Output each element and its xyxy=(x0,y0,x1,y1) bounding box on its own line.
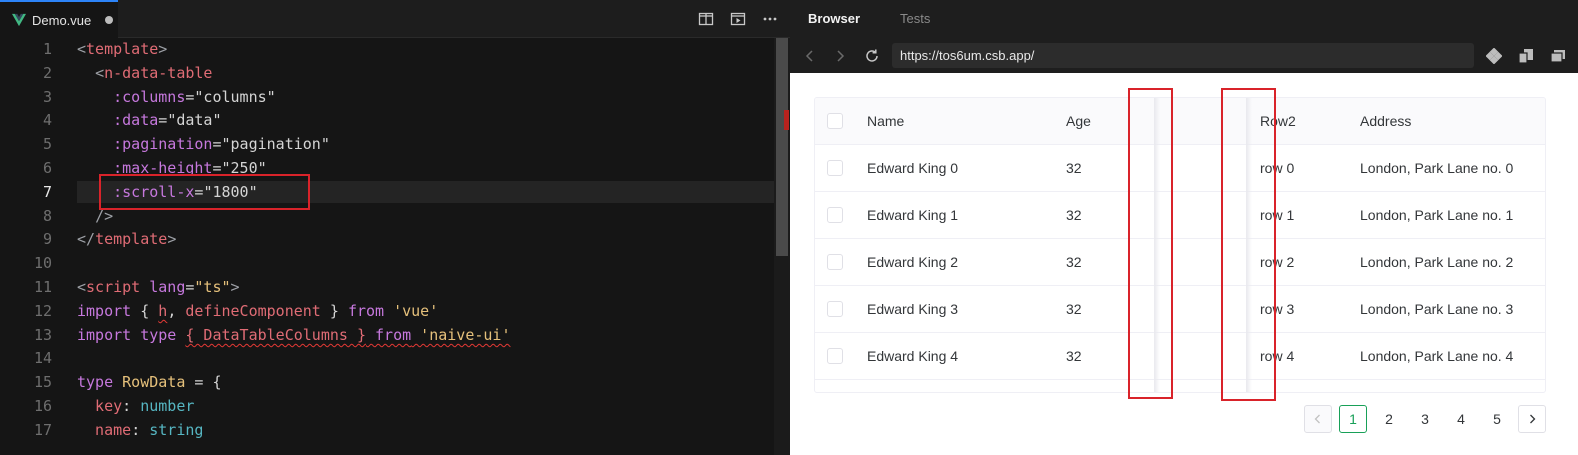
row-checkbox[interactable] xyxy=(827,160,843,176)
table-header-row: Name Age Row2 Address xyxy=(815,98,1545,145)
cell-age: 32 xyxy=(1066,348,1082,364)
more-actions-icon[interactable] xyxy=(762,11,778,27)
table-row[interactable]: Edward King 3 32 row 3 London, Park Lane… xyxy=(815,286,1545,333)
column-header-address[interactable]: Address xyxy=(1360,113,1411,129)
cell-age: 32 xyxy=(1066,254,1082,270)
code-line-9: </template> xyxy=(77,230,177,248)
cell-address: London, Park Lane no. 4 xyxy=(1360,348,1514,364)
copy-url-icon[interactable] xyxy=(1518,48,1534,64)
split-editor-icon[interactable] xyxy=(698,11,714,27)
cell-age: 32 xyxy=(1066,207,1082,223)
cell-age: 32 xyxy=(1066,301,1082,317)
code-line-17: name: string xyxy=(77,421,204,439)
cell-address: London, Park Lane no. 0 xyxy=(1360,160,1514,176)
cell-name: Edward King 0 xyxy=(867,160,959,176)
cell-name: Edward King 1 xyxy=(867,207,959,223)
line-number-gutter: 1 2 3 4 5 6 7 8 9 10 11 12 13 14 15 16 1… xyxy=(0,38,62,455)
open-preview-icon[interactable] xyxy=(730,11,746,27)
row-checkbox[interactable] xyxy=(827,207,843,223)
code-line-3: :columns="columns" xyxy=(113,88,276,106)
data-table: Name Age Row2 Address Edward King 0 32 r… xyxy=(814,97,1546,393)
tab-tests[interactable]: Tests xyxy=(900,11,930,26)
line-number: 5 xyxy=(42,135,52,153)
refresh-icon[interactable] xyxy=(864,48,880,64)
line-number: 1 xyxy=(42,40,52,58)
line-number: 10 xyxy=(33,254,52,272)
column-header-name[interactable]: Name xyxy=(867,113,904,129)
line-number: 13 xyxy=(33,326,52,344)
line-number: 2 xyxy=(42,64,52,82)
cell-address: London, Park Lane no. 2 xyxy=(1360,254,1514,270)
error-marker xyxy=(784,110,789,130)
cell-age: 32 xyxy=(1066,160,1082,176)
code-line-5: :pagination="pagination" xyxy=(113,135,330,153)
cell-name: Edward King 2 xyxy=(867,254,959,270)
pagination-page-3[interactable]: 3 xyxy=(1411,405,1439,433)
pagination-page-4[interactable]: 4 xyxy=(1447,405,1475,433)
row-checkbox[interactable] xyxy=(827,301,843,317)
editor-tab-demo-vue[interactable]: Demo.vue xyxy=(0,0,118,38)
code-editor: Demo.vue 1 2 3 4 5 6 7 8 9 10 11 12 13 1… xyxy=(0,0,790,455)
shadow-annotation-box xyxy=(1221,88,1276,401)
devtools-icon[interactable] xyxy=(1486,48,1502,64)
url-input[interactable] xyxy=(892,43,1474,68)
line-number: 8 xyxy=(42,207,52,225)
pagination-page-1[interactable]: 1 xyxy=(1339,405,1367,433)
back-icon[interactable] xyxy=(802,48,818,64)
line-number-current: 7 xyxy=(42,183,52,201)
code-line-13: import type { DataTableColumns } from 'n… xyxy=(77,326,511,344)
code-line-11: <script lang="ts"> xyxy=(77,278,240,296)
row-checkbox[interactable] xyxy=(827,254,843,270)
open-new-window-icon[interactable] xyxy=(1550,48,1566,64)
pagination-next-button[interactable] xyxy=(1518,405,1546,433)
pagination-page-2[interactable]: 2 xyxy=(1375,405,1403,433)
pagination-page-5[interactable]: 5 xyxy=(1483,405,1511,433)
scroll-x-annotation-box xyxy=(99,174,310,210)
editor-tab-label: Demo.vue xyxy=(32,12,92,28)
table-row[interactable]: Edward King 0 32 row 0 London, Park Lane… xyxy=(815,145,1545,192)
line-number: 12 xyxy=(33,302,52,320)
code-line-12: import { h, defineComponent } from 'vue' xyxy=(77,302,439,320)
shadow-annotation-box xyxy=(1128,88,1173,399)
line-number: 6 xyxy=(42,159,52,177)
unsaved-dot-icon xyxy=(105,16,114,24)
cell-name: Edward King 4 xyxy=(867,348,959,364)
line-number: 11 xyxy=(33,278,52,296)
line-number: 4 xyxy=(42,111,52,129)
select-all-checkbox[interactable] xyxy=(827,113,843,129)
pagination-prev-button[interactable] xyxy=(1304,405,1332,433)
line-number: 16 xyxy=(33,397,52,415)
table-row[interactable]: Edward King 1 32 row 1 London, Park Lane… xyxy=(815,192,1545,239)
row-checkbox[interactable] xyxy=(827,348,843,364)
code-line-15: type RowData = { xyxy=(77,373,222,391)
forward-icon[interactable] xyxy=(832,48,848,64)
line-number: 14 xyxy=(33,349,52,367)
table-row[interactable]: Edward King 2 32 row 2 London, Park Lane… xyxy=(815,239,1545,286)
code-line-4: :data="data" xyxy=(113,111,222,129)
column-header-age[interactable]: Age xyxy=(1066,113,1091,129)
line-number: 9 xyxy=(42,230,52,248)
tab-browser[interactable]: Browser xyxy=(808,11,860,26)
code-line-16: key: number xyxy=(77,397,195,415)
code-line-1: <template> xyxy=(77,40,168,58)
line-number: 17 xyxy=(33,421,52,439)
browser-pane: Browser Tests Name Age Row2 Address Edwa… xyxy=(790,0,1578,455)
vue-file-icon xyxy=(12,13,26,27)
browser-tab-bar: Browser Tests xyxy=(790,0,1578,38)
editor-scrollbar-thumb[interactable] xyxy=(776,38,788,256)
table-row[interactable]: Edward King 4 32 row 4 London, Park Lane… xyxy=(815,333,1545,380)
cell-name: Edward King 3 xyxy=(867,301,959,317)
browser-viewport: Name Age Row2 Address Edward King 0 32 r… xyxy=(790,73,1578,455)
line-number: 15 xyxy=(33,373,52,391)
code-area[interactable]: <template> <n-data-table :columns="colum… xyxy=(62,38,774,455)
editor-tab-bar: Demo.vue xyxy=(0,0,790,38)
editor-scrollbar[interactable] xyxy=(774,38,790,455)
line-number: 3 xyxy=(42,88,52,106)
cell-address: London, Park Lane no. 3 xyxy=(1360,301,1514,317)
chevron-left-icon xyxy=(1314,414,1320,424)
cell-address: London, Park Lane no. 1 xyxy=(1360,207,1514,223)
chevron-right-icon xyxy=(1530,414,1536,424)
code-line-2: <n-data-table xyxy=(95,64,213,82)
